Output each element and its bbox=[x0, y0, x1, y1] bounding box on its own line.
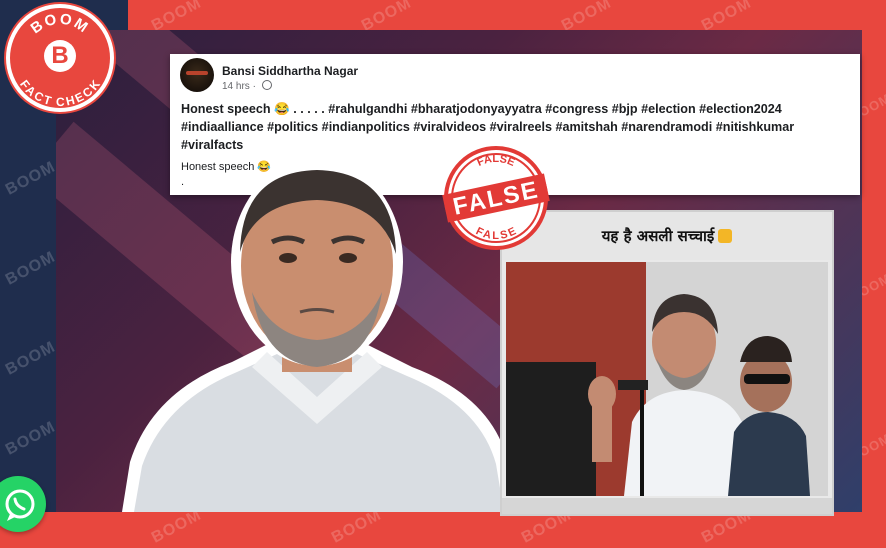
video-caption-text: यह है असली सच्चाई bbox=[601, 227, 715, 245]
video-caption: यह है असली सच्चाई bbox=[502, 226, 832, 246]
post-meta: 14 hrs · bbox=[222, 80, 272, 92]
logo-bottom-text: FACT CHECK bbox=[17, 77, 103, 108]
avatar[interactable] bbox=[180, 58, 214, 92]
globe-icon bbox=[261, 80, 272, 90]
video-scene-image bbox=[506, 262, 828, 496]
svg-text:BOOM: BOOM bbox=[28, 11, 93, 38]
logo-letter: B bbox=[44, 40, 76, 72]
false-stamp: FALSE FALSE FALSE bbox=[442, 146, 550, 250]
boom-fact-check-logo: BOOM FACT CHECK B bbox=[6, 4, 114, 112]
whatsapp-share-button[interactable] bbox=[0, 476, 46, 532]
post-time[interactable]: 14 hrs bbox=[222, 81, 250, 92]
post-author[interactable]: Bansi Siddhartha Nagar bbox=[222, 64, 358, 78]
logo-top-text: BOOM bbox=[28, 11, 91, 38]
whatsapp-icon bbox=[5, 489, 35, 521]
top-frame-strip bbox=[0, 0, 886, 30]
bottom-frame-strip bbox=[0, 512, 886, 546]
waving-hand-icon bbox=[718, 229, 733, 243]
svg-text:FACT CHECK: FACT CHECK bbox=[17, 77, 103, 108]
post-dot: · bbox=[252, 81, 256, 92]
video-frame[interactable]: यह है असली सच्चाई bbox=[500, 210, 834, 516]
video-bottom-bar bbox=[502, 498, 832, 514]
